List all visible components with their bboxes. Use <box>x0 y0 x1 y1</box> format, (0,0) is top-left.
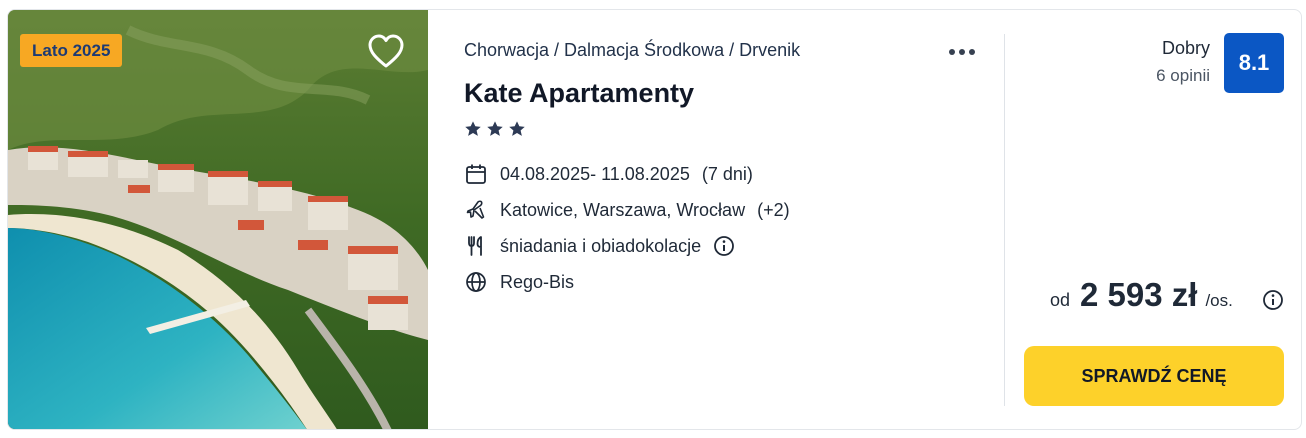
departures-text: Katowice, Warszawa, Wrocław <box>500 199 746 220</box>
duration-text: (7 dni) <box>701 163 753 184</box>
hotel-stars <box>464 120 526 138</box>
favorite-button[interactable] <box>366 32 406 70</box>
heart-icon <box>368 34 404 68</box>
plane-icon <box>464 198 488 222</box>
calendar-icon <box>464 162 488 186</box>
check-price-button[interactable]: SPRAWDŹ CENĘ <box>1024 346 1284 406</box>
price-info-icon[interactable] <box>1262 289 1284 311</box>
offer-card[interactable]: Lato 2025 Chorwacja / Dalmacja Środkowa … <box>7 9 1302 430</box>
price-suffix: /os. <box>1205 291 1233 310</box>
reviews-count[interactable]: 6 opinii <box>1156 66 1210 86</box>
season-badge: Lato 2025 <box>20 34 123 67</box>
departures-more[interactable]: (+2) <box>757 200 790 221</box>
star-icon <box>487 121 503 136</box>
aerial-coast-image <box>8 10 428 429</box>
column-divider <box>1004 34 1005 406</box>
departures-row: Katowice, Warszawa, Wrocław (+2) <box>464 197 790 223</box>
dates-row: 04.08.2025- 11.08.2025 (7 dni) <box>464 161 753 187</box>
board-text: śniadania i obiadokolacje <box>500 235 702 256</box>
star-icon <box>465 121 481 136</box>
price-prefix: od <box>1050 290 1071 310</box>
star-icon <box>509 121 525 136</box>
more-icon-dot <box>969 49 975 55</box>
dates-text: 04.08.2025- 11.08.2025 <box>500 163 690 184</box>
more-options-button[interactable] <box>944 40 980 64</box>
board-row: śniadania i obiadokolacje <box>464 233 735 259</box>
price-row: od 2 593 zł /os. <box>1050 276 1233 316</box>
globe-icon <box>464 270 488 294</box>
operator-text: Rego-Bis <box>500 271 575 292</box>
operator-row: Rego-Bis <box>464 269 574 295</box>
rating-score-badge: 8.1 <box>1224 33 1284 93</box>
more-icon-dot <box>959 49 965 55</box>
location-breadcrumb[interactable]: Chorwacja / Dalmacja Środkowa / Drvenik <box>464 40 800 61</box>
price-value: 2 593 zł <box>1080 276 1198 313</box>
fork-knife-icon <box>464 234 488 258</box>
hotel-photo[interactable]: Lato 2025 <box>8 10 428 429</box>
info-icon[interactable] <box>713 235 735 257</box>
rating-label: Dobry <box>1161 38 1210 58</box>
hotel-name[interactable]: Kate Apartamenty <box>464 78 694 109</box>
more-icon-dot <box>949 49 955 55</box>
